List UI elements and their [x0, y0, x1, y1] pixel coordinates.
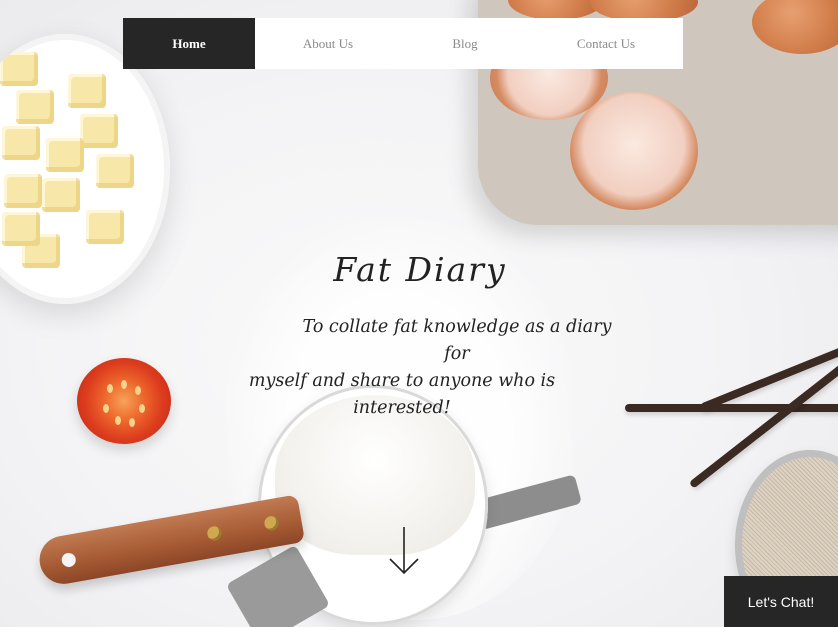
cracked-egg-shell — [570, 92, 698, 210]
tomato-seed — [103, 404, 109, 413]
hero-subtitle-line: To collate fat knowledge as a diary for — [302, 317, 612, 364]
tomato-seed — [135, 386, 141, 395]
main-navigation: Home About Us Blog Contact Us — [123, 18, 683, 69]
handle-rivet — [206, 525, 223, 542]
hero-title: Fat Diary — [333, 250, 507, 289]
chat-button[interactable]: Let's Chat! — [724, 576, 838, 627]
handle-hole — [60, 551, 77, 569]
tomato-seed — [129, 418, 135, 427]
butter-cube — [96, 154, 134, 188]
cherry-tomato — [77, 358, 171, 444]
butter-cube — [2, 126, 40, 160]
butter-cube — [86, 210, 124, 244]
tomato-seed — [107, 384, 113, 393]
butter-cube — [42, 178, 80, 212]
nav-item-home[interactable]: Home — [123, 18, 255, 69]
butter-cube — [80, 114, 118, 148]
butter-cube — [46, 138, 84, 172]
butter-cube — [4, 174, 42, 208]
vanilla-pod — [625, 404, 838, 412]
hero-subtitle: To collate fat knowledge as a diary for … — [212, 314, 622, 422]
handle-rivet — [263, 515, 280, 532]
arrow-down-icon[interactable] — [388, 525, 420, 577]
tomato-seed — [115, 416, 121, 425]
butter-cube — [2, 212, 40, 246]
tomato-seed — [121, 380, 127, 389]
hero-subtitle-line: myself and share to anyone who is intere… — [248, 371, 556, 418]
tomato-seed — [139, 404, 145, 413]
nav-item-about-us[interactable]: About Us — [255, 18, 401, 69]
butter-cube — [68, 74, 106, 108]
nav-item-blog[interactable]: Blog — [401, 18, 529, 69]
butter-cube — [0, 52, 38, 86]
butter-cube — [16, 90, 54, 124]
nav-item-contact-us[interactable]: Contact Us — [529, 18, 683, 69]
